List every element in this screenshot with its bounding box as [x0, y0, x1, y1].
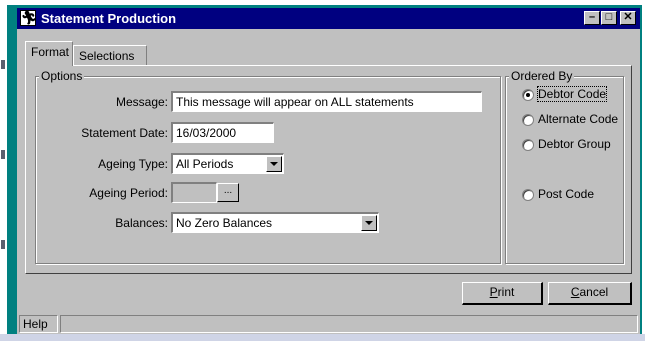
- balances-value: No Zero Balances: [176, 216, 273, 230]
- close-icon: ✕: [623, 11, 633, 23]
- ageing-period-field: [171, 182, 217, 203]
- status-message: [60, 315, 638, 333]
- ordered-by-group-title: Ordered By: [509, 69, 575, 83]
- window-title: Statement Production: [41, 11, 177, 26]
- radio-label-post-code[interactable]: Post Code: [538, 187, 594, 201]
- radio-debtor-group[interactable]: [522, 139, 534, 151]
- balances-dropdown[interactable]: No Zero Balances: [171, 212, 379, 233]
- ageing-period-label: Ageing Period:: [89, 186, 168, 200]
- ageing-type-label: Ageing Type:: [98, 157, 168, 171]
- balances-label: Balances:: [115, 216, 168, 230]
- cancel-button[interactable]: Cancel: [548, 282, 632, 305]
- minimize-icon: –: [588, 11, 596, 23]
- radio-label-debtor-group[interactable]: Debtor Group: [538, 137, 611, 151]
- ageing-period-browse-button[interactable]: ...: [217, 183, 239, 202]
- maximize-button[interactable]: □: [601, 11, 617, 25]
- ordered-by-groupbox: [505, 76, 624, 264]
- chevron-down-icon[interactable]: [361, 215, 377, 231]
- radio-debtor-code[interactable]: [522, 89, 534, 101]
- tab-format[interactable]: Format: [25, 41, 73, 66]
- status-bar: Help: [17, 313, 640, 334]
- status-help: Help: [19, 315, 58, 333]
- background-app-bottom: [0, 334, 645, 341]
- minimize-button[interactable]: –: [584, 11, 600, 25]
- ageing-type-dropdown[interactable]: All Periods: [171, 153, 284, 174]
- tab-selections[interactable]: Selections: [73, 45, 147, 65]
- radio-alternate-code[interactable]: [522, 114, 534, 126]
- radio-label-alternate-code[interactable]: Alternate Code: [538, 112, 618, 126]
- format-tab-panel: Options Message: This message will appea…: [25, 65, 632, 274]
- radio-post-code[interactable]: [522, 189, 534, 201]
- background-mark: [1, 240, 5, 249]
- background-mark: [1, 150, 5, 159]
- dialog-client-area: Format Selections Options Message: This …: [17, 29, 640, 334]
- maximize-icon: □: [605, 11, 613, 23]
- radio-label-debtor-code[interactable]: Debtor Code: [536, 86, 608, 102]
- print-button-label: Print: [489, 285, 515, 299]
- close-button[interactable]: ✕: [620, 11, 636, 25]
- title-bar[interactable]: 🏃︎ Statement Production – □ ✕: [17, 8, 640, 29]
- background-app-strip: [0, 0, 7, 341]
- background-mark: [1, 60, 5, 69]
- statement-production-window: 🏃︎ Statement Production – □ ✕ Format Sel…: [7, 5, 642, 334]
- running-figure-icon: 🏃︎: [20, 10, 38, 26]
- message-label: Message:: [115, 95, 168, 109]
- print-button[interactable]: Print: [462, 282, 543, 305]
- ageing-type-value: All Periods: [176, 157, 234, 171]
- statement-date-label: Statement Date:: [81, 126, 168, 140]
- statement-date-field[interactable]: 16/03/2000: [171, 122, 274, 143]
- options-group-title: Options: [39, 69, 85, 83]
- cancel-button-label: Cancel: [570, 285, 609, 299]
- chevron-down-icon[interactable]: [266, 156, 282, 172]
- message-field[interactable]: This message will appear on ALL statemen…: [171, 91, 482, 112]
